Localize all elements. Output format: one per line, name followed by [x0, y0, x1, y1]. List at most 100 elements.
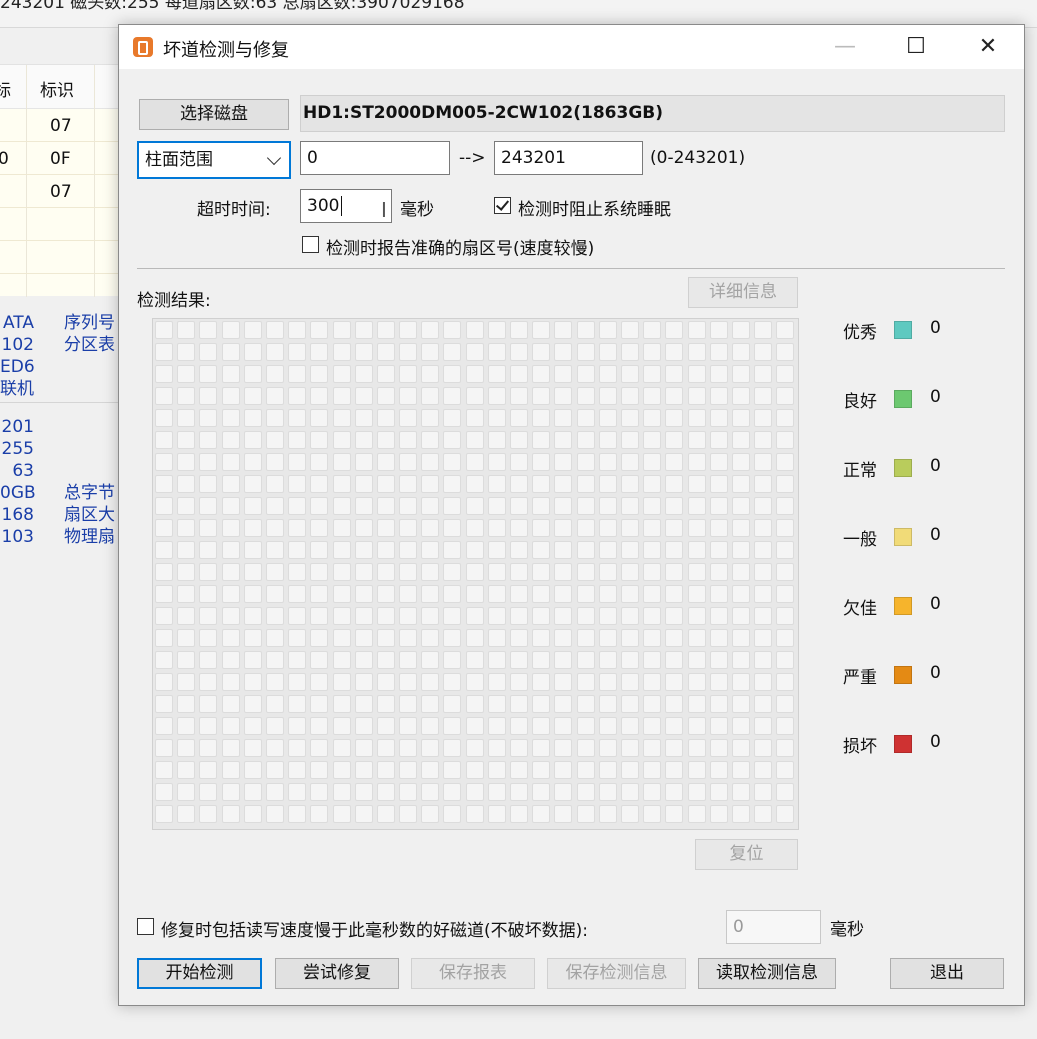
legend-swatch — [894, 597, 912, 615]
close-button[interactable]: ✕ — [952, 25, 1024, 69]
result-block-cell — [177, 409, 196, 427]
report-sector-checkbox[interactable] — [302, 236, 319, 253]
result-block-cell — [155, 519, 173, 537]
table-row[interactable]: 07 — [0, 175, 118, 208]
result-block-cell — [354, 783, 373, 801]
result-block-cell — [332, 321, 351, 339]
result-block-cell — [265, 673, 284, 691]
result-block-cell — [532, 585, 551, 603]
result-block-cell — [598, 497, 617, 515]
legend-damaged: 损坏 0 — [843, 732, 941, 757]
result-block-cell — [155, 761, 173, 779]
result-block-cell — [443, 453, 462, 471]
result-block-cell — [665, 629, 684, 647]
result-block-cell — [643, 519, 662, 537]
result-block-cell — [310, 607, 329, 625]
result-block-cell — [155, 629, 173, 647]
result-block-cell — [155, 607, 173, 625]
result-block-cell — [310, 651, 329, 669]
result-block-cell — [155, 343, 173, 361]
results-label: 检测结果: — [137, 291, 211, 311]
result-block-cell — [754, 497, 773, 515]
result-block-cell — [665, 365, 684, 383]
result-block-cell — [731, 321, 750, 339]
result-block-cell — [421, 431, 440, 449]
range-end-input[interactable]: 243201 — [494, 141, 643, 175]
range-mode-select[interactable]: 柱面范围 — [137, 141, 291, 179]
range-start-input[interactable]: 0 — [300, 141, 450, 175]
repair-slow-unit: 毫秒 — [830, 920, 864, 940]
result-block-cell — [288, 805, 307, 823]
legend-swatch — [894, 390, 912, 408]
result-block-cell — [731, 453, 750, 471]
save-scan-info-button[interactable]: 保存检测信息 — [547, 958, 686, 989]
maximize-button[interactable]: ☐ — [880, 25, 952, 69]
timeout-input[interactable]: 300 I — [300, 189, 392, 223]
title-bar[interactable]: 坏道检测与修复 — ☐ ✕ — [119, 25, 1024, 69]
result-block-cell — [598, 673, 617, 691]
result-block-cell — [776, 629, 795, 647]
try-repair-button[interactable]: 尝试修复 — [275, 958, 399, 989]
repair-slow-input[interactable]: 0 — [726, 910, 821, 944]
result-block-cell — [709, 761, 728, 779]
result-block-cell — [576, 321, 595, 339]
minimize-button[interactable]: — — [809, 25, 881, 69]
result-block-cell — [776, 475, 795, 493]
result-block-cell — [376, 651, 395, 669]
result-block-cell — [465, 321, 484, 339]
select-disk-button[interactable]: 选择磁盘 — [139, 99, 289, 130]
result-block-cell — [399, 365, 418, 383]
result-block-cell — [465, 563, 484, 581]
result-block-cell — [354, 365, 373, 383]
save-report-button[interactable]: 保存报表 — [411, 958, 535, 989]
result-block-cell — [376, 321, 395, 339]
result-block-cell — [776, 387, 795, 405]
result-block-cell — [199, 343, 218, 361]
table-row[interactable] — [0, 241, 118, 274]
text-cursor — [341, 196, 342, 216]
result-block-cell — [265, 431, 284, 449]
result-block-cell — [288, 387, 307, 405]
repair-slow-checkbox[interactable] — [137, 918, 154, 935]
result-block-cell — [177, 343, 196, 361]
load-scan-info-button[interactable]: 读取检测信息 — [698, 958, 836, 989]
result-block-cell — [288, 607, 307, 625]
result-block-cell — [465, 541, 484, 559]
result-block-cell — [643, 387, 662, 405]
result-block-cell — [265, 739, 284, 757]
exit-button[interactable]: 退出 — [890, 958, 1004, 989]
table-row[interactable] — [0, 208, 118, 241]
prevent-sleep-checkbox[interactable] — [494, 197, 511, 214]
result-block-cell — [620, 651, 639, 669]
result-block-cell — [310, 629, 329, 647]
result-block-cell — [687, 387, 706, 405]
result-block-cell — [731, 783, 750, 801]
start-scan-button[interactable]: 开始检测 — [137, 958, 262, 989]
app-logo-icon — [133, 37, 153, 57]
report-sector-label[interactable]: 检测时报告准确的扇区号(速度较慢) — [326, 234, 594, 259]
table-row[interactable]: 07 — [0, 109, 118, 142]
result-block-cell — [443, 717, 462, 735]
result-block-cell — [687, 343, 706, 361]
result-block-cell — [532, 629, 551, 647]
result-block-cell — [687, 607, 706, 625]
result-block-cell — [332, 607, 351, 625]
result-block-cell — [243, 739, 262, 757]
table-row[interactable]: 0 0F — [0, 142, 118, 175]
disk-info-values: ATA 102 ED6 联机 — [0, 313, 35, 399]
result-block-cell — [332, 365, 351, 383]
result-block-cell — [665, 783, 684, 801]
result-block-cell — [510, 497, 528, 515]
result-block-cell — [532, 695, 551, 713]
result-block-cell — [776, 365, 795, 383]
repair-slow-label[interactable]: 修复时包括读写速度慢于此毫秒数的好磁道(不破坏数据): — [161, 916, 588, 941]
result-block-cell — [532, 343, 551, 361]
prevent-sleep-label[interactable]: 检测时阻止系统睡眠 — [518, 195, 671, 220]
reset-button[interactable]: 复位 — [695, 839, 798, 870]
result-block-cell — [754, 739, 773, 757]
result-block-cell — [421, 497, 440, 515]
result-block-cell — [776, 541, 795, 559]
details-button[interactable]: 详细信息 — [688, 277, 798, 308]
result-block-cell — [554, 431, 573, 449]
result-block-cell — [199, 475, 218, 493]
